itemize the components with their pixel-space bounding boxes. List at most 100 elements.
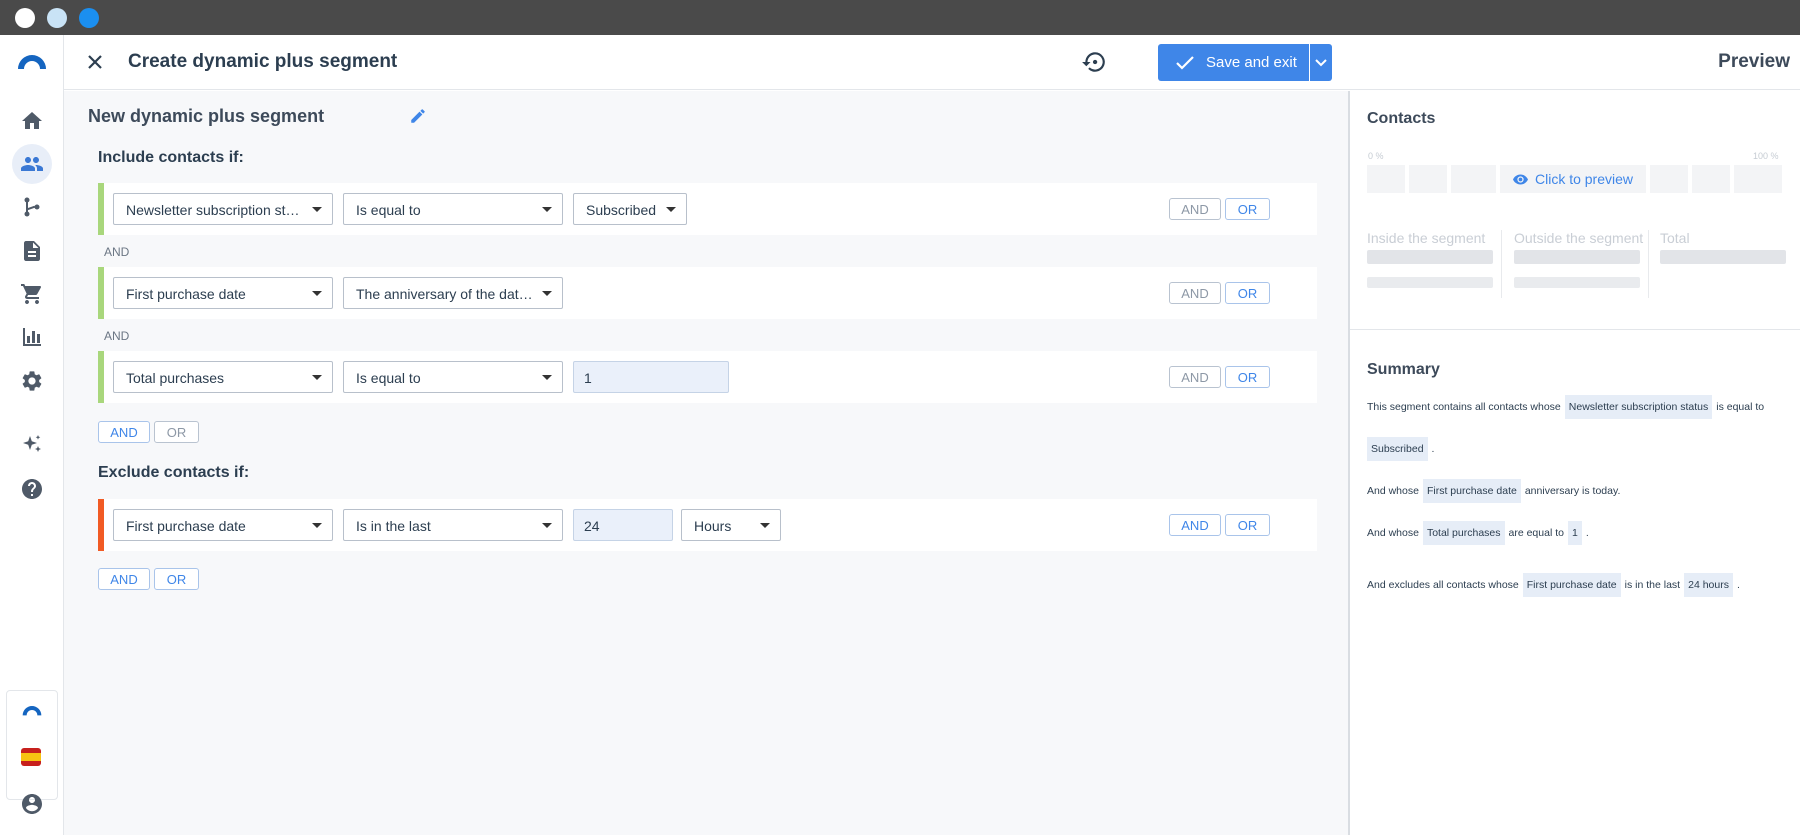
distribution-cell [1734, 165, 1782, 193]
sidebar-item-commerce[interactable] [12, 274, 52, 314]
value-input[interactable]: 24 [573, 509, 673, 541]
exclude-bar [98, 499, 104, 551]
account-logo-icon [22, 706, 42, 716]
exclude-add-and-button[interactable]: AND [98, 568, 150, 590]
click-to-preview-label: Click to preview [1534, 171, 1634, 187]
summary-text: are equal to [1508, 527, 1564, 539]
operator-select[interactable]: Is equal to [343, 193, 563, 225]
sidebar-item-home[interactable] [12, 101, 52, 141]
editor-header: Create dynamic plus segment Save and exi… [64, 35, 1350, 90]
include-rule: First purchase date The anniversary of t… [98, 267, 1317, 319]
stat-inside-placeholder [1367, 250, 1493, 264]
summary-text: And whose [1367, 485, 1419, 497]
page-title: Create dynamic plus segment [128, 51, 398, 72]
field-select[interactable]: First purchase date [113, 509, 333, 541]
summary-chip: First purchase date [1522, 573, 1621, 597]
sidebar-item-profile[interactable] [12, 784, 52, 824]
segment-editor: New dynamic plus segment Include contact… [64, 91, 1350, 835]
field-select[interactable]: Newsletter subscription status [113, 193, 333, 225]
sparkle-icon [23, 435, 41, 452]
eye-icon [1512, 174, 1528, 184]
and-separator: AND [104, 245, 130, 259]
include-title: Include contacts if: [98, 149, 244, 166]
chevron-down-icon [1315, 58, 1327, 66]
stat-total-placeholder [1660, 250, 1786, 264]
stat-divider [1648, 230, 1649, 298]
preview-divider [1350, 329, 1800, 330]
user-icon [22, 794, 42, 814]
summary-chip: 1 [1567, 521, 1582, 545]
sidebar-item-contacts[interactable] [12, 144, 52, 184]
sidebar-item-reports[interactable] [12, 317, 52, 357]
segment-name: New dynamic plus segment [88, 106, 325, 126]
and-separator: AND [104, 329, 130, 343]
summary-text: This segment contains all contacts whose [1367, 401, 1561, 413]
exclude-rule: First purchase date Is in the last 24 Ho… [98, 499, 1317, 551]
stat-total-label: Total [1660, 230, 1690, 246]
preview-header: Preview [1350, 35, 1800, 90]
window-maximize-dot[interactable] [79, 8, 99, 28]
summary-text: And excludes all contacts whose [1367, 579, 1519, 591]
close-icon [88, 55, 102, 69]
save-options-dropdown[interactable] [1310, 44, 1332, 81]
sidebar-item-documents[interactable] [12, 231, 52, 271]
percent-min: 0 % [1368, 151, 1384, 161]
operator-select[interactable]: The anniversary of the date ... [343, 277, 563, 309]
sidebar-item-ai[interactable] [12, 425, 52, 465]
flows-icon [24, 197, 40, 217]
or-button[interactable]: OR [1225, 514, 1270, 536]
distribution-cell [1692, 165, 1730, 193]
stat-divider [1501, 230, 1502, 298]
pencil-icon[interactable] [409, 107, 427, 125]
exclude-title: Exclude contacts if: [98, 464, 250, 481]
sidebar-item-flows[interactable] [12, 187, 52, 227]
window-close-dot[interactable] [15, 8, 35, 28]
history-button[interactable] [1081, 49, 1107, 75]
value-select[interactable]: Subscribed [573, 193, 687, 225]
unit-select[interactable]: Hours [681, 509, 781, 541]
stat-inside-sub-placeholder [1367, 277, 1493, 288]
click-to-preview-button[interactable]: Click to preview [1500, 165, 1646, 193]
help-icon [22, 479, 42, 499]
field-select[interactable]: First purchase date [113, 277, 333, 309]
contacts-title: Contacts [1367, 110, 1436, 127]
save-and-exit-button[interactable]: Save and exit [1158, 44, 1309, 81]
document-icon [24, 241, 40, 261]
brand-logo-icon[interactable] [16, 52, 48, 70]
operator-select[interactable]: Is in the last [343, 509, 563, 541]
check-icon [1176, 55, 1194, 70]
stat-inside-label: Inside the segment [1367, 230, 1486, 246]
preview-panel: Preview Contacts 0 % 100 % Click to prev… [1350, 35, 1800, 835]
summary-text: . [1431, 443, 1435, 455]
or-button[interactable]: OR [1225, 366, 1270, 388]
sidebar-item-settings[interactable] [12, 361, 52, 401]
include-add-or-button[interactable]: OR [154, 421, 199, 443]
summary-line: And whose First purchase date anniversar… [1367, 479, 1620, 503]
summary-line: And excludes all contacts whose First pu… [1367, 573, 1740, 597]
include-rule: Total purchases Is equal to 1 AND OR [98, 351, 1317, 403]
and-button[interactable]: AND [1169, 282, 1221, 304]
include-add-and-button[interactable]: AND [98, 421, 150, 443]
sidebar-nav [0, 35, 64, 835]
and-button[interactable]: AND [1169, 514, 1221, 536]
close-button[interactable] [82, 49, 108, 75]
summary-title: Summary [1367, 361, 1440, 378]
distribution-cell [1367, 165, 1405, 193]
or-button[interactable]: OR [1225, 282, 1270, 304]
percent-max: 100 % [1753, 151, 1779, 161]
value-input[interactable]: 1 [573, 361, 729, 393]
field-select[interactable]: Total purchases [113, 361, 333, 393]
summary-chip: Subscribed [1367, 437, 1428, 461]
window-minimize-dot[interactable] [47, 8, 67, 28]
cart-icon [21, 284, 42, 304]
and-button[interactable]: AND [1169, 366, 1221, 388]
account-logo [19, 703, 45, 721]
summary-text: is in the last [1624, 579, 1681, 591]
spain-flag-icon[interactable] [21, 748, 41, 766]
operator-select[interactable]: Is equal to [343, 361, 563, 393]
or-button[interactable]: OR [1225, 198, 1270, 220]
sidebar-item-help[interactable] [12, 469, 52, 509]
and-button[interactable]: AND [1169, 198, 1221, 220]
include-bar [98, 351, 104, 403]
exclude-add-or-button[interactable]: OR [154, 568, 199, 590]
